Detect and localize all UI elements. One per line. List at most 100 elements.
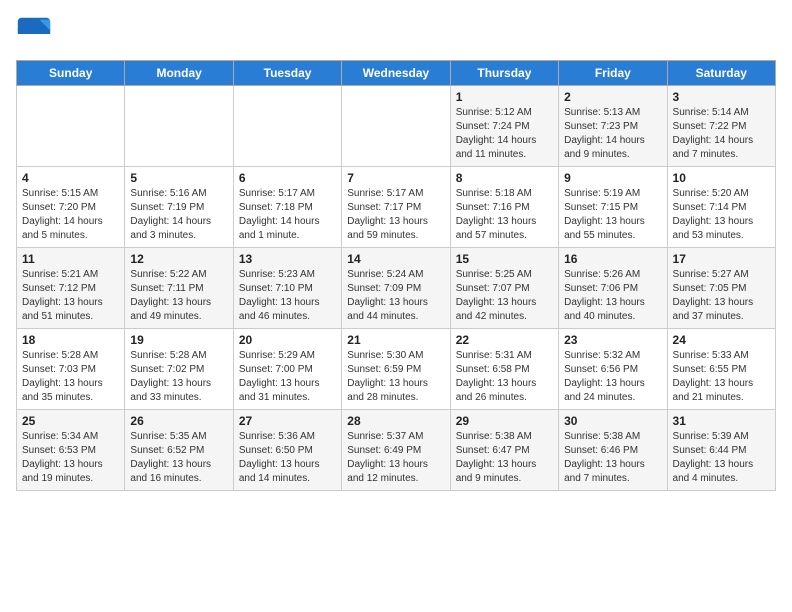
calendar-cell: 31Sunrise: 5:39 AM Sunset: 6:44 PM Dayli… — [667, 410, 775, 491]
day-number: 9 — [564, 171, 661, 185]
calendar-table: SundayMondayTuesdayWednesdayThursdayFrid… — [16, 60, 776, 491]
day-number: 12 — [130, 252, 227, 266]
weekday-header: Tuesday — [233, 61, 341, 86]
day-info: Sunrise: 5:35 AM Sunset: 6:52 PM Dayligh… — [130, 430, 227, 486]
logo — [16, 16, 56, 52]
day-info: Sunrise: 5:18 AM Sunset: 7:16 PM Dayligh… — [456, 187, 553, 243]
day-number: 30 — [564, 414, 661, 428]
day-number: 4 — [22, 171, 119, 185]
day-number: 1 — [456, 90, 553, 104]
day-info: Sunrise: 5:38 AM Sunset: 6:47 PM Dayligh… — [456, 430, 553, 486]
calendar-week-row: 25 Sunrise: 5:34 AM Sunset: 6:53 PM Dayli… — [17, 410, 776, 491]
day-info: Sunrise: 5:37 AM Sunset: 6:49 PM Dayligh… — [347, 430, 444, 486]
day-number: 3 — [673, 90, 770, 104]
day-info: Sunrise: 5:38 AM Sunset: 6:46 PM Dayligh… — [564, 430, 661, 486]
day-number: 23 — [564, 333, 661, 347]
calendar-cell: 16 Sunrise: 5:26 AM Sunset: 7:06 PM Dayli… — [559, 248, 667, 329]
calendar-cell: 9Sunrise: 5:19 AM Sunset: 7:15 PM Daylig… — [559, 167, 667, 248]
day-number: 17 — [673, 252, 770, 266]
weekday-header: Monday — [125, 61, 233, 86]
calendar-cell: 12 Sunrise: 5:22 AM Sunset: 7:11 PM Dayli… — [125, 248, 233, 329]
weekday-header: Saturday — [667, 61, 775, 86]
day-info: Sunrise: 5:25 AM Sunset: 7:07 PM Dayligh… — [456, 268, 553, 324]
day-info: Sunrise: 5:13 AM Sunset: 7:23 PM Dayligh… — [564, 106, 661, 162]
day-info: Sunrise: 5:12 AM Sunset: 7:24 PM Dayligh… — [456, 106, 553, 162]
day-info: Sunrise: 5:22 AM Sunset: 7:11 PM Dayligh… — [130, 268, 227, 324]
day-number: 29 — [456, 414, 553, 428]
day-number: 11 — [22, 252, 119, 266]
day-info: Sunrise: 5:28 AM Sunset: 7:02 PM Dayligh… — [130, 349, 227, 405]
day-number: 7 — [347, 171, 444, 185]
day-number: 24 — [673, 333, 770, 347]
calendar-cell: 18Sunrise: 5:28 AM Sunset: 7:03 PM Dayli… — [17, 329, 125, 410]
day-info: Sunrise: 5:39 AM Sunset: 6:44 PM Dayligh… — [673, 430, 770, 486]
calendar-cell: 1 Sunrise: 5:12 AM Sunset: 7:24 PM Daylig… — [450, 86, 558, 167]
day-info: Sunrise: 5:36 AM Sunset: 6:50 PM Dayligh… — [239, 430, 336, 486]
weekday-header: Sunday — [17, 61, 125, 86]
calendar-cell — [233, 86, 341, 167]
calendar-cell — [342, 86, 450, 167]
calendar-cell: 4 Sunrise: 5:15 AM Sunset: 7:20 PM Daylig… — [17, 167, 125, 248]
day-info: Sunrise: 5:29 AM Sunset: 7:00 PM Dayligh… — [239, 349, 336, 405]
calendar-cell: 20 Sunrise: 5:29 AM Sunset: 7:00 PM Dayli… — [233, 329, 341, 410]
calendar-cell: 30 Sunrise: 5:38 AM Sunset: 6:46 PM Dayli… — [559, 410, 667, 491]
day-info: Sunrise: 5:20 AM Sunset: 7:14 PM Dayligh… — [673, 187, 770, 243]
day-number: 25 — [22, 414, 119, 428]
day-info: Sunrise: 5:24 AM Sunset: 7:09 PM Dayligh… — [347, 268, 444, 324]
day-number: 27 — [239, 414, 336, 428]
calendar-cell: 7 Sunrise: 5:17 AM Sunset: 7:17 PM Daylig… — [342, 167, 450, 248]
calendar-cell: 6 Sunrise: 5:17 AM Sunset: 7:18 PM Daylig… — [233, 167, 341, 248]
calendar-cell: 2 Sunrise: 5:13 AM Sunset: 7:23 PM Daylig… — [559, 86, 667, 167]
logo-icon — [16, 16, 52, 52]
day-info: Sunrise: 5:15 AM Sunset: 7:20 PM Dayligh… — [22, 187, 119, 243]
day-number: 19 — [130, 333, 227, 347]
weekday-header-row: SundayMondayTuesdayWednesdayThursdayFrid… — [17, 61, 776, 86]
day-number: 26 — [130, 414, 227, 428]
day-number: 20 — [239, 333, 336, 347]
calendar-cell: 11Sunrise: 5:21 AM Sunset: 7:12 PM Dayli… — [17, 248, 125, 329]
day-number: 8 — [456, 171, 553, 185]
calendar-cell: 21Sunrise: 5:30 AM Sunset: 6:59 PM Dayli… — [342, 329, 450, 410]
day-info: Sunrise: 5:26 AM Sunset: 7:06 PM Dayligh… — [564, 268, 661, 324]
calendar-cell: 26 Sunrise: 5:35 AM Sunset: 6:52 PM Dayli… — [125, 410, 233, 491]
day-info: Sunrise: 5:27 AM Sunset: 7:05 PM Dayligh… — [673, 268, 770, 324]
calendar-cell: 27 Sunrise: 5:36 AM Sunset: 6:50 PM Dayli… — [233, 410, 341, 491]
calendar-cell: 13 Sunrise: 5:23 AM Sunset: 7:10 PM Dayli… — [233, 248, 341, 329]
calendar-cell — [125, 86, 233, 167]
weekday-header: Wednesday — [342, 61, 450, 86]
calendar-cell: 29 Sunrise: 5:38 AM Sunset: 6:47 PM Dayli… — [450, 410, 558, 491]
day-number: 28 — [347, 414, 444, 428]
day-info: Sunrise: 5:17 AM Sunset: 7:18 PM Dayligh… — [239, 187, 336, 243]
calendar-cell: 15 Sunrise: 5:25 AM Sunset: 7:07 PM Dayli… — [450, 248, 558, 329]
day-number: 6 — [239, 171, 336, 185]
day-number: 5 — [130, 171, 227, 185]
day-info: Sunrise: 5:33 AM Sunset: 6:55 PM Dayligh… — [673, 349, 770, 405]
day-info: Sunrise: 5:32 AM Sunset: 6:56 PM Dayligh… — [564, 349, 661, 405]
calendar-cell: 23 Sunrise: 5:32 AM Sunset: 6:56 PM Dayli… — [559, 329, 667, 410]
day-number: 10 — [673, 171, 770, 185]
calendar-cell: 19 Sunrise: 5:28 AM Sunset: 7:02 PM Dayli… — [125, 329, 233, 410]
calendar-week-row: 11Sunrise: 5:21 AM Sunset: 7:12 PM Dayli… — [17, 248, 776, 329]
day-info: Sunrise: 5:16 AM Sunset: 7:19 PM Dayligh… — [130, 187, 227, 243]
calendar-week-row: 4 Sunrise: 5:15 AM Sunset: 7:20 PM Daylig… — [17, 167, 776, 248]
day-number: 13 — [239, 252, 336, 266]
weekday-header: Thursday — [450, 61, 558, 86]
day-info: Sunrise: 5:23 AM Sunset: 7:10 PM Dayligh… — [239, 268, 336, 324]
calendar-cell: 28 Sunrise: 5:37 AM Sunset: 6:49 PM Dayli… — [342, 410, 450, 491]
calendar-cell: 24 Sunrise: 5:33 AM Sunset: 6:55 PM Dayli… — [667, 329, 775, 410]
calendar-cell: 5 Sunrise: 5:16 AM Sunset: 7:19 PM Daylig… — [125, 167, 233, 248]
day-number: 16 — [564, 252, 661, 266]
day-number: 21 — [347, 333, 444, 347]
day-info: Sunrise: 5:31 AM Sunset: 6:58 PM Dayligh… — [456, 349, 553, 405]
calendar-cell: 8 Sunrise: 5:18 AM Sunset: 7:16 PM Daylig… — [450, 167, 558, 248]
day-info: Sunrise: 5:28 AM Sunset: 7:03 PM Dayligh… — [22, 349, 119, 405]
day-number: 15 — [456, 252, 553, 266]
day-info: Sunrise: 5:17 AM Sunset: 7:17 PM Dayligh… — [347, 187, 444, 243]
day-info: Sunrise: 5:34 AM Sunset: 6:53 PM Dayligh… — [22, 430, 119, 486]
calendar-cell: 22Sunrise: 5:31 AM Sunset: 6:58 PM Dayli… — [450, 329, 558, 410]
calendar-cell: 10 Sunrise: 5:20 AM Sunset: 7:14 PM Dayli… — [667, 167, 775, 248]
day-info: Sunrise: 5:14 AM Sunset: 7:22 PM Dayligh… — [673, 106, 770, 162]
weekday-header: Friday — [559, 61, 667, 86]
calendar-cell: 25 Sunrise: 5:34 AM Sunset: 6:53 PM Dayli… — [17, 410, 125, 491]
day-number: 2 — [564, 90, 661, 104]
